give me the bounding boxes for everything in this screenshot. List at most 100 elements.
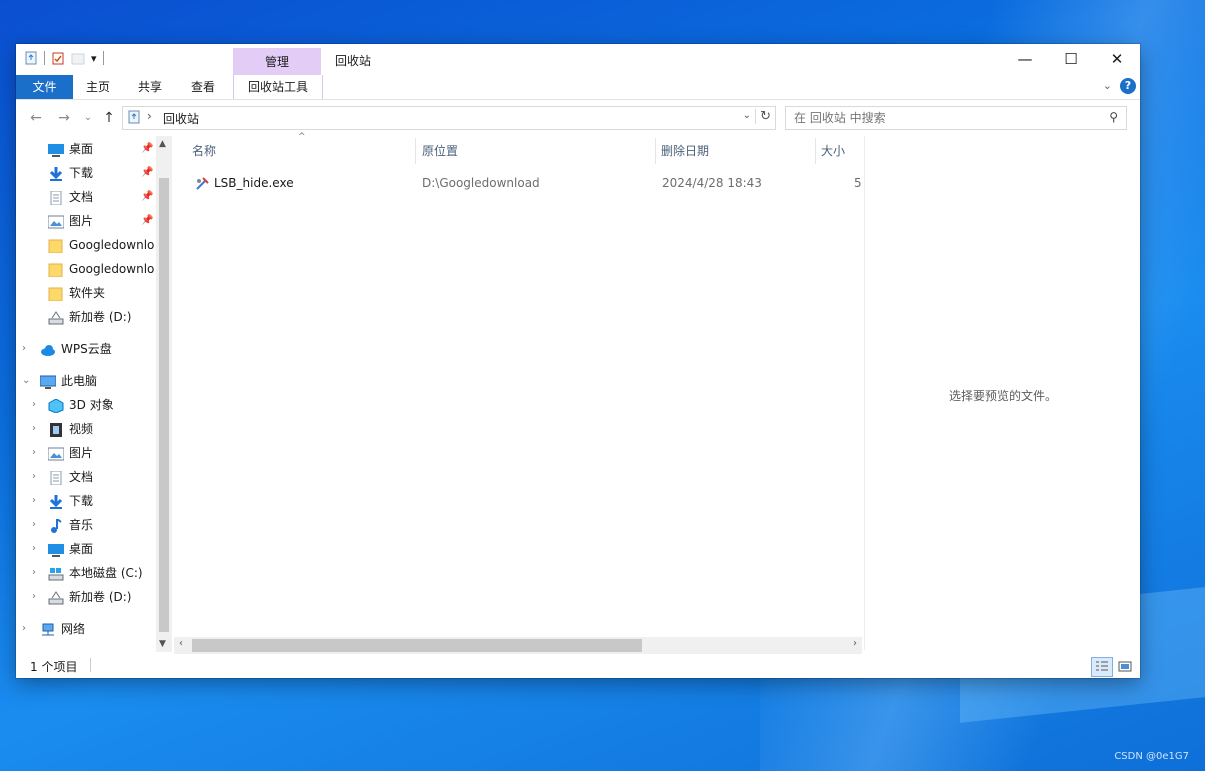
expand-icon[interactable]: › [22, 338, 26, 360]
sidebar-item-documents-pc[interactable]: › 文档 [16, 466, 172, 488]
column-header-original-location[interactable]: 原位置 [422, 136, 458, 166]
expand-icon[interactable]: › [22, 618, 26, 640]
sidebar-item-downloads-pc[interactable]: › 下载 [16, 490, 172, 512]
tab-share[interactable]: 共享 [126, 75, 174, 99]
folder-icon [48, 262, 64, 278]
sidebar-item-drive-d-quick[interactable]: 新加卷 (D:) [16, 306, 172, 328]
navigation-pane: 桌面 📌 下载 📌 文档 📌 图片 📌 Googledownlo Googled… [16, 136, 172, 650]
expand-icon[interactable]: › [32, 562, 36, 584]
breadcrumb[interactable]: 回收站 [163, 110, 199, 127]
sidebar-item-pictures[interactable]: 图片 📌 [16, 210, 172, 232]
sidebar-item-desktop-pc[interactable]: › 桌面 [16, 538, 172, 560]
recent-locations-button[interactable]: ⌄ [78, 108, 98, 128]
table-row[interactable]: LSB_hide.exe D:\Googledownload 2024/4/28… [174, 172, 864, 194]
tab-file[interactable]: 文件 [16, 75, 73, 99]
address-dropdown-icon[interactable]: ⌄ [743, 110, 751, 121]
sidebar-item-network[interactable]: › 网络 [16, 618, 172, 640]
video-icon [48, 422, 64, 437]
expand-icon[interactable]: › [32, 514, 36, 536]
column-header-name[interactable]: 名称 [192, 136, 216, 166]
expand-icon[interactable]: › [32, 442, 36, 464]
details-view-button[interactable] [1091, 657, 1113, 677]
refresh-icon[interactable]: ↻ [755, 109, 771, 124]
forward-button[interactable]: → [54, 108, 74, 128]
search-box[interactable]: ⚲ [785, 106, 1127, 130]
back-button[interactable]: ← [26, 108, 46, 128]
status-bar: 1 个项目 [16, 652, 1140, 678]
file-list: ^ 名称 原位置 删除日期 大小 LSB_hide.exe D:\Googled… [174, 132, 864, 648]
sidebar-item-googledownload-2[interactable]: Googledownlo [16, 258, 172, 280]
sidebar-item-desktop[interactable]: 桌面 📌 [16, 138, 172, 160]
qat-customize-icon[interactable]: ▾ [91, 52, 97, 65]
scrollbar-thumb[interactable] [192, 639, 642, 652]
breadcrumb-separator-icon[interactable]: › [147, 109, 152, 123]
column-header-size[interactable]: 大小 [821, 136, 845, 166]
sidebar-item-wps-cloud[interactable]: › WPS云盘 [16, 338, 172, 360]
column-divider[interactable] [815, 138, 816, 164]
column-divider[interactable] [415, 138, 416, 164]
sidebar-item-pictures-pc[interactable]: › 图片 [16, 442, 172, 464]
file-size: 5 [854, 176, 862, 190]
sidebar-item-documents[interactable]: 文档 📌 [16, 186, 172, 208]
scrollbar-thumb[interactable] [159, 178, 169, 632]
close-button[interactable]: ✕ [1094, 44, 1140, 75]
window-title: 回收站 [335, 54, 372, 68]
column-divider[interactable] [655, 138, 656, 164]
sidebar-item-3d-objects[interactable]: › 3D 对象 [16, 394, 172, 416]
status-divider [90, 658, 91, 672]
sidebar-item-this-pc[interactable]: ⌄ 此电脑 [16, 370, 172, 392]
sidebar-item-downloads[interactable]: 下载 📌 [16, 162, 172, 184]
scroll-right-icon[interactable]: › [853, 638, 857, 649]
sidebar-item-videos[interactable]: › 视频 [16, 418, 172, 440]
scroll-left-icon[interactable]: ‹ [179, 638, 183, 649]
sidebar-item-googledownload-1[interactable]: Googledownlo [16, 234, 172, 256]
scroll-up-icon[interactable]: ▲ [159, 139, 166, 149]
minimize-button[interactable]: — [1002, 44, 1048, 75]
navigation-bar: ← → ⌄ ↑ › 回收站 ⌄ ↻ ⚲ [16, 104, 1140, 132]
recycle-bin-icon[interactable] [24, 51, 38, 65]
sidebar-item-software-folder[interactable]: 软件夹 [16, 282, 172, 304]
computer-icon [39, 374, 57, 389]
new-folder-icon[interactable] [71, 51, 85, 65]
navigation-pane-scrollbar[interactable]: ▲ ▼ [156, 136, 172, 652]
sidebar-item-local-disk-c[interactable]: › 本地磁盘 (C:) [16, 562, 172, 584]
pin-icon[interactable]: 📌 [141, 138, 153, 160]
tab-view[interactable]: 查看 [179, 75, 227, 99]
column-header-date-deleted[interactable]: 删除日期 [661, 136, 709, 166]
scroll-down-icon[interactable]: ▼ [159, 639, 166, 649]
document-icon [48, 470, 64, 486]
quick-access-toolbar: ▾ [24, 51, 104, 65]
picture-icon [47, 214, 65, 229]
ribbon-expand-icon[interactable]: ⌄ [1103, 79, 1112, 92]
sidebar-item-drive-d[interactable]: › 新加卷 (D:) [16, 586, 172, 608]
expand-icon[interactable]: › [32, 466, 36, 488]
expand-icon[interactable]: › [32, 586, 36, 608]
expand-icon[interactable]: › [32, 490, 36, 512]
drive-icon [48, 590, 64, 605]
cloud-icon [40, 342, 56, 356]
help-icon[interactable]: ? [1120, 78, 1136, 94]
sidebar-item-music[interactable]: › 音乐 [16, 514, 172, 536]
maximize-button[interactable]: ☐ [1048, 44, 1094, 75]
up-button[interactable]: ↑ [99, 108, 119, 128]
large-icons-view-button[interactable] [1114, 657, 1136, 677]
desktop-icon [48, 542, 64, 557]
preview-message: 选择要预览的文件。 [948, 389, 1057, 403]
download-icon [48, 494, 64, 509]
expand-icon[interactable]: › [32, 394, 36, 416]
expand-icon[interactable]: › [32, 418, 36, 440]
qat-divider [102, 51, 104, 65]
address-bar[interactable]: › 回收站 ⌄ ↻ [122, 106, 776, 130]
search-icon[interactable]: ⚲ [1109, 110, 1118, 124]
search-input[interactable] [792, 109, 1096, 127]
tab-home[interactable]: 主页 [74, 75, 122, 99]
pin-icon[interactable]: 📌 [141, 210, 153, 232]
tab-recycle-bin-tools[interactable]: 回收站工具 [233, 75, 323, 99]
pin-icon[interactable]: 📌 [141, 186, 153, 208]
collapse-icon[interactable]: ⌄ [22, 370, 30, 392]
large-icons-view-icon [1118, 661, 1132, 672]
pin-icon[interactable]: 📌 [141, 162, 153, 184]
ribbon-tabs: 文件 主页 共享 查看 回收站工具 ⌄ ? [16, 75, 1140, 100]
properties-icon[interactable] [51, 51, 65, 65]
expand-icon[interactable]: › [32, 538, 36, 560]
